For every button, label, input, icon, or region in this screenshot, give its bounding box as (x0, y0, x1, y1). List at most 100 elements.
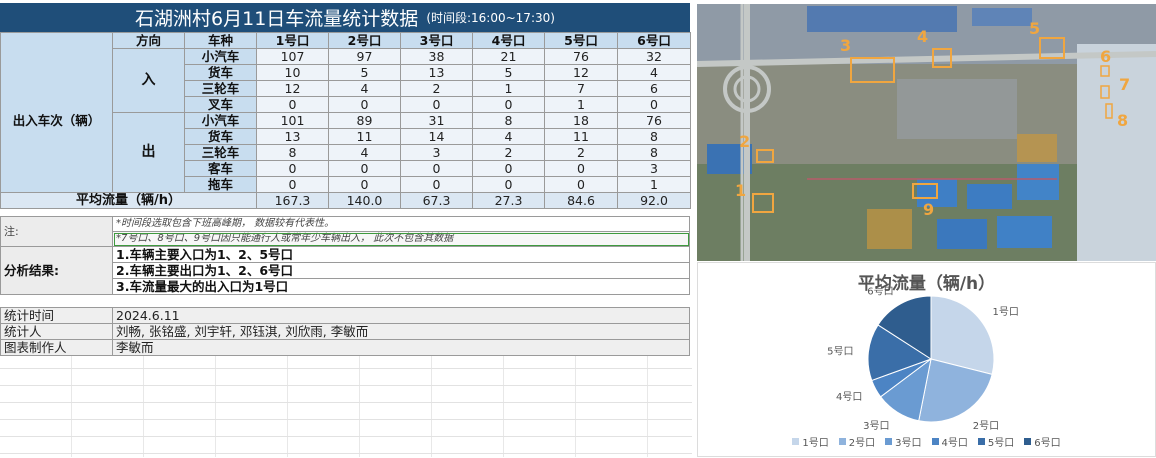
note-line-2[interactable]: *7号口、8号口、9号口因只能通行人或常年少车辆出入， 此次不包含其数据 (112, 231, 690, 247)
direction-in[interactable]: 入 (112, 48, 185, 113)
count-gate-1[interactable]: 10 (256, 64, 329, 81)
meta-time-value[interactable]: 2024.6.11 (112, 307, 690, 324)
corner-cell[interactable] (0, 32, 113, 49)
vehicle-type[interactable]: 小汽车 (184, 48, 257, 65)
count-gate-3[interactable]: 13 (400, 64, 473, 81)
count-gate-1[interactable]: 0 (256, 96, 329, 113)
count-gate-5[interactable]: 1 (544, 96, 618, 113)
count-gate-4[interactable]: 21 (472, 48, 545, 65)
count-gate-2[interactable]: 0 (328, 96, 401, 113)
count-gate-5[interactable]: 76 (544, 48, 618, 65)
average-gate-6[interactable]: 92.0 (617, 192, 691, 209)
legend-item-2[interactable]: 2号口 (838, 434, 875, 449)
count-gate-6[interactable]: 76 (617, 112, 691, 129)
average-label[interactable]: 平均流量（辆/h） (0, 192, 257, 209)
count-gate-4[interactable]: 5 (472, 64, 545, 81)
vehicle-type[interactable]: 三轮车 (184, 144, 257, 161)
count-gate-5[interactable]: 2 (544, 144, 618, 161)
count-gate-1[interactable]: 107 (256, 48, 329, 65)
count-gate-4[interactable]: 2 (472, 144, 545, 161)
count-gate-5[interactable]: 11 (544, 128, 618, 145)
count-gate-6[interactable]: 6 (617, 80, 691, 97)
analysis-line-1[interactable]: 1.车辆主要入口为1、2、5号口 (112, 246, 690, 263)
count-gate-2[interactable]: 89 (328, 112, 401, 129)
count-gate-3[interactable]: 0 (400, 96, 473, 113)
count-gate-5[interactable]: 12 (544, 64, 618, 81)
count-gate-4[interactable]: 8 (472, 112, 545, 129)
count-gate-3[interactable]: 3 (400, 144, 473, 161)
count-gate-6[interactable]: 4 (617, 64, 691, 81)
legend-item-4[interactable]: 4号口 (931, 434, 968, 449)
count-gate-2[interactable]: 97 (328, 48, 401, 65)
meta-stat-value[interactable]: 刘畅, 张铭盛, 刘宇轩, 邓钰淇, 刘欣雨, 李敏而 (112, 323, 690, 340)
count-gate-4[interactable]: 1 (472, 80, 545, 97)
vehicle-type[interactable]: 拖车 (184, 176, 257, 193)
count-gate-3[interactable]: 0 (400, 160, 473, 177)
header-gate-4[interactable]: 4号口 (472, 32, 545, 49)
header-gate-5[interactable]: 5号口 (544, 32, 618, 49)
average-gate-5[interactable]: 84.6 (544, 192, 618, 209)
count-gate-4[interactable]: 0 (472, 96, 545, 113)
note-line-1[interactable]: *时间段选取包含下班高峰期， 数据较有代表性。 (112, 216, 690, 232)
count-gate-2[interactable]: 4 (328, 80, 401, 97)
count-gate-3[interactable]: 31 (400, 112, 473, 129)
average-gate-4[interactable]: 27.3 (472, 192, 545, 209)
meta-time-label[interactable]: 统计时间 (0, 307, 113, 324)
average-gate-2[interactable]: 140.0 (328, 192, 401, 209)
count-gate-6[interactable]: 32 (617, 48, 691, 65)
legend-item-1[interactable]: 1号口 (792, 434, 829, 449)
count-gate-6[interactable]: 3 (617, 160, 691, 177)
vehicle-type[interactable]: 三轮车 (184, 80, 257, 97)
count-gate-6[interactable]: 1 (617, 176, 691, 193)
count-gate-4[interactable]: 4 (472, 128, 545, 145)
count-gate-1[interactable]: 8 (256, 144, 329, 161)
group-label[interactable]: 出入车次（辆） (0, 48, 113, 193)
count-gate-2[interactable]: 4 (328, 144, 401, 161)
legend-item-6[interactable]: 6号口 (1024, 434, 1061, 449)
count-gate-5[interactable]: 18 (544, 112, 618, 129)
meta-stat-label[interactable]: 统计人 (0, 323, 113, 340)
count-gate-3[interactable]: 0 (400, 176, 473, 193)
count-gate-3[interactable]: 2 (400, 80, 473, 97)
vehicle-type[interactable]: 小汽车 (184, 112, 257, 129)
analysis-line-3[interactable]: 3.车流量最大的出入口为1号口 (112, 278, 690, 295)
count-gate-4[interactable]: 0 (472, 160, 545, 177)
header-gate-6[interactable]: 6号口 (617, 32, 691, 49)
meta-maker-value[interactable]: 李敏而 (112, 339, 690, 356)
analysis-line-2[interactable]: 2.车辆主要出口为1、2、6号口 (112, 262, 690, 279)
count-gate-6[interactable]: 8 (617, 144, 691, 161)
direction-out[interactable]: 出 (112, 112, 185, 193)
count-gate-1[interactable]: 12 (256, 80, 329, 97)
count-gate-3[interactable]: 14 (400, 128, 473, 145)
count-gate-3[interactable]: 38 (400, 48, 473, 65)
count-gate-2[interactable]: 0 (328, 160, 401, 177)
count-gate-1[interactable]: 0 (256, 160, 329, 177)
header-gate-2[interactable]: 2号口 (328, 32, 401, 49)
header-direction[interactable]: 方向 (112, 32, 185, 49)
legend-item-3[interactable]: 3号口 (885, 434, 922, 449)
count-gate-4[interactable]: 0 (472, 176, 545, 193)
header-type[interactable]: 车种 (184, 32, 257, 49)
header-gate-3[interactable]: 3号口 (400, 32, 473, 49)
count-gate-2[interactable]: 5 (328, 64, 401, 81)
legend-item-5[interactable]: 5号口 (977, 434, 1014, 449)
note-label[interactable]: 注: (0, 216, 113, 247)
vehicle-type[interactable]: 客车 (184, 160, 257, 177)
count-gate-5[interactable]: 7 (544, 80, 618, 97)
count-gate-1[interactable]: 0 (256, 176, 329, 193)
count-gate-1[interactable]: 101 (256, 112, 329, 129)
count-gate-5[interactable]: 0 (544, 176, 618, 193)
count-gate-5[interactable]: 0 (544, 160, 618, 177)
count-gate-2[interactable]: 0 (328, 176, 401, 193)
vehicle-type[interactable]: 货车 (184, 64, 257, 81)
header-gate-1[interactable]: 1号口 (256, 32, 329, 49)
average-gate-3[interactable]: 67.3 (400, 192, 473, 209)
vehicle-type[interactable]: 货车 (184, 128, 257, 145)
vehicle-type[interactable]: 叉车 (184, 96, 257, 113)
count-gate-6[interactable]: 0 (617, 96, 691, 113)
average-gate-1[interactable]: 167.3 (256, 192, 329, 209)
count-gate-6[interactable]: 8 (617, 128, 691, 145)
count-gate-1[interactable]: 13 (256, 128, 329, 145)
count-gate-2[interactable]: 11 (328, 128, 401, 145)
analysis-label[interactable]: 分析结果: (0, 246, 113, 295)
